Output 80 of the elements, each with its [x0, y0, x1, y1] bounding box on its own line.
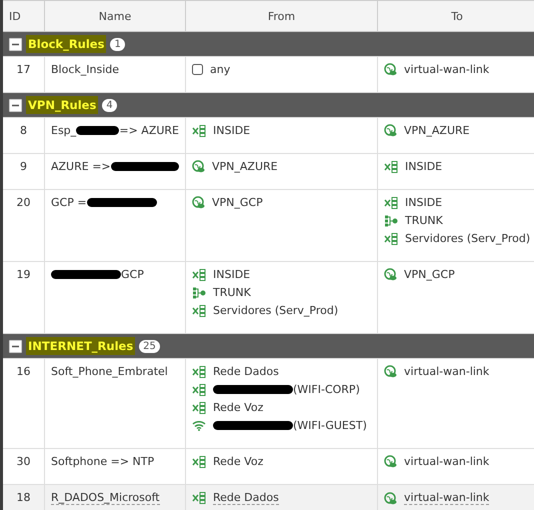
redaction-mark — [51, 270, 121, 279]
network-icon — [192, 492, 206, 504]
network-icon — [384, 232, 398, 244]
rule-name: AZURE => — [51, 160, 111, 173]
rule-id: 18 — [16, 491, 30, 504]
collapse-icon[interactable] — [9, 38, 22, 50]
group-label: INTERNET_Rules — [26, 337, 136, 355]
group-label: Block_Rules — [26, 35, 106, 53]
network-icon — [192, 268, 206, 280]
from-header[interactable]: From — [186, 0, 378, 32]
network-icon — [192, 402, 206, 414]
source-interface: Rede Dados — [213, 365, 279, 378]
globe-icon — [384, 365, 397, 378]
source-interface: (WIFI-CORP) — [293, 383, 360, 396]
rule-id: 8 — [20, 124, 27, 137]
source-interface: TRUNK — [213, 286, 251, 299]
rule-name: Softphone => NTP — [51, 455, 154, 468]
rule-id: 16 — [16, 365, 30, 378]
rule-name: => AZURE — [119, 124, 179, 137]
name-header[interactable]: Name — [45, 0, 186, 32]
count-badge: 4 — [102, 98, 117, 112]
checkbox-icon — [192, 64, 203, 75]
source-interface: Rede Dados — [213, 491, 279, 505]
globe-icon — [384, 124, 397, 137]
count-badge: 25 — [139, 340, 160, 352]
source-interface: INSIDE — [213, 268, 250, 281]
source-interface: INSIDE — [213, 124, 250, 137]
globe-icon — [384, 455, 397, 468]
rule-name: Esp_ — [51, 124, 76, 137]
collapse-icon[interactable] — [9, 340, 22, 352]
rule-id: 9 — [20, 160, 27, 173]
destination-interface: virtual-wan-link — [404, 491, 490, 505]
globe-icon — [192, 160, 205, 173]
id-header[interactable]: ID — [3, 0, 45, 32]
destination-interface: virtual-wan-link — [404, 63, 490, 76]
rule-id: 19 — [16, 268, 30, 281]
rule-id: 30 — [16, 455, 30, 468]
redaction-mark — [110, 162, 179, 171]
redaction-mark — [76, 126, 120, 135]
network-icon — [192, 366, 206, 378]
destination-interface: Servidores (Serv_Prod) — [405, 232, 530, 245]
source-interface: Servidores (Serv_Prod) — [213, 304, 338, 317]
globe-icon — [384, 492, 397, 504]
source-interface: VPN_GCP — [212, 196, 263, 209]
destination-interface: TRUNK — [405, 214, 443, 227]
rule-name: Block_Inside — [51, 63, 120, 76]
rule-name: Soft_Phone_Embratel — [51, 365, 168, 378]
rule-id: 20 — [16, 196, 30, 209]
rule-name: R_DADOS_Microsoft — [51, 491, 160, 505]
globe-icon — [384, 268, 397, 281]
trunk-icon — [384, 214, 398, 226]
destination-interface: virtual-wan-link — [404, 455, 490, 468]
destination-interface: INSIDE — [405, 160, 442, 173]
wifi-icon — [192, 420, 206, 431]
network-icon — [192, 304, 206, 316]
rule-name: GCP — [121, 268, 144, 281]
redaction-mark — [86, 198, 157, 207]
source-interface: Rede Voz — [213, 401, 264, 414]
destination-interface: VPN_GCP — [404, 268, 455, 281]
network-icon — [192, 124, 206, 136]
destination-interface: virtual-wan-link — [404, 365, 490, 378]
count-badge: 1 — [110, 38, 125, 50]
source-interface: VPN_AZURE — [212, 160, 278, 173]
group-label: VPN_Rules — [26, 96, 98, 114]
destination-interface: INSIDE — [405, 196, 442, 209]
collapse-icon[interactable] — [9, 98, 22, 112]
network-icon — [384, 160, 398, 172]
rule-id: 17 — [16, 63, 30, 76]
network-icon — [192, 456, 206, 468]
network-icon — [384, 196, 398, 208]
destination-interface: VPN_AZURE — [404, 124, 470, 137]
globe-icon — [192, 196, 205, 209]
globe-icon — [384, 63, 397, 76]
source-interface: any — [210, 63, 230, 76]
source-interface: (WIFI-GUEST) — [293, 419, 367, 432]
network-icon — [192, 384, 206, 396]
trunk-icon — [192, 286, 206, 298]
rule-name: GCP = — [51, 196, 87, 209]
source-interface: Rede Voz — [213, 455, 264, 468]
to-header[interactable]: To — [378, 0, 534, 32]
